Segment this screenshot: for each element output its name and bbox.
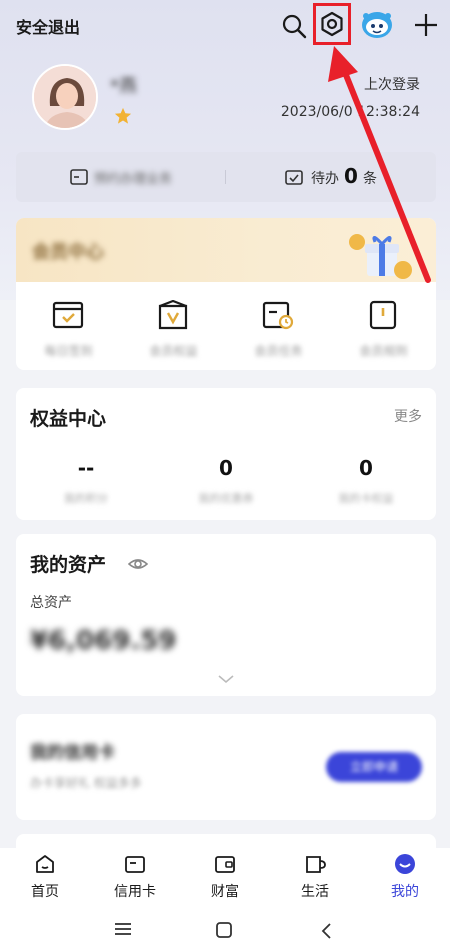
- rights-center-card: 权益中心 更多 -- 我的积分 0 我的优惠券 0 我的卡权益: [16, 388, 436, 520]
- vip-item-rules[interactable]: 会员规则: [331, 298, 436, 368]
- vip-banner[interactable]: 会员中心: [16, 218, 436, 282]
- gift-icon: [349, 232, 413, 279]
- tab-label: 财富: [211, 884, 239, 900]
- star-icon: [114, 107, 132, 124]
- my-assets-card: 我的资产 总资产 ¥6,069.59: [16, 534, 436, 696]
- rights-value: 0: [359, 456, 373, 480]
- todo-count: 0: [344, 164, 358, 188]
- book-icon: [369, 300, 397, 330]
- tab-label: 首页: [31, 884, 59, 900]
- chevron-down-icon[interactable]: [217, 674, 235, 684]
- vip-item-benefits[interactable]: 会员权益: [121, 298, 226, 368]
- rights-item-points[interactable]: -- 我的积分: [16, 456, 156, 506]
- back-icon[interactable]: [320, 922, 332, 940]
- tab-home[interactable]: 首页: [0, 848, 90, 908]
- vip-item-label: 会员规则: [359, 344, 408, 358]
- username: *燕: [110, 76, 137, 97]
- credit-card-icon: [125, 856, 145, 873]
- total-assets-label: 总资产: [30, 595, 72, 611]
- task-clock-icon: [262, 301, 294, 330]
- assistant-robot-icon[interactable]: [360, 8, 394, 42]
- cup-icon: [306, 856, 326, 873]
- bottom-tab-bar: 首页 信用卡 财富 生活 我的: [0, 848, 450, 908]
- settings-icon[interactable]: [319, 11, 345, 37]
- rights-label: 我的优惠券: [198, 492, 254, 505]
- rights-value: --: [77, 456, 95, 480]
- rights-item-card-benefits[interactable]: 0 我的卡权益: [296, 456, 436, 506]
- voucher-icon: [158, 300, 188, 330]
- credit-title: 我的信用卡: [30, 743, 115, 763]
- top-bar: 安全退出: [0, 0, 450, 52]
- plus-icon[interactable]: [413, 12, 439, 38]
- credit-subtitle: 办卡享好礼 权益多多: [30, 776, 142, 790]
- appointment-link[interactable]: 预约办理业务: [94, 168, 172, 187]
- calendar-check-icon: [52, 301, 84, 329]
- menu-icon[interactable]: [114, 922, 132, 936]
- divider: [225, 170, 226, 184]
- vip-center-card: 会员中心 每日签到 会员权益 会员任务 会员规则: [16, 218, 436, 370]
- todo-link[interactable]: 待办: [311, 168, 339, 188]
- todo-unit: 条: [363, 171, 377, 187]
- avatar[interactable]: [32, 64, 98, 130]
- more-link[interactable]: 更多: [394, 406, 422, 426]
- credit-card-promo[interactable]: 我的信用卡 办卡享好礼 权益多多 立即申请: [16, 714, 436, 820]
- assets-title: 我的资产: [30, 554, 107, 576]
- rights-title: 权益中心: [30, 408, 107, 430]
- vip-item-label: 每日签到: [44, 344, 93, 358]
- tab-label: 信用卡: [114, 884, 156, 900]
- eye-icon[interactable]: [128, 554, 148, 574]
- vip-item-tasks[interactable]: 会员任务: [226, 298, 331, 368]
- rights-label: 我的积分: [64, 492, 108, 505]
- tab-label: 我的: [391, 884, 419, 900]
- tab-credit-card[interactable]: 信用卡: [90, 848, 180, 908]
- rights-item-coupons[interactable]: 0 我的优惠券: [156, 456, 296, 506]
- apply-button[interactable]: 立即申请: [326, 752, 422, 782]
- vip-item-label: 会员任务: [254, 344, 303, 358]
- profile-icon: [395, 854, 415, 874]
- home-icon: [36, 855, 54, 873]
- logout-button[interactable]: 安全退出: [16, 14, 80, 38]
- search-icon[interactable]: [281, 13, 307, 39]
- last-login-label: 上次登录: [364, 77, 420, 93]
- card-icon: [70, 169, 88, 185]
- rights-label: 我的卡权益: [338, 492, 394, 505]
- todo-check-icon: [285, 170, 303, 185]
- tab-label: 生活: [301, 884, 329, 900]
- vip-title: 会员中心: [32, 242, 104, 263]
- tab-life[interactable]: 生活: [270, 848, 360, 908]
- wallet-icon: [215, 856, 235, 873]
- tab-mine[interactable]: 我的: [360, 848, 450, 908]
- total-assets-value: ¥6,069.59: [30, 626, 177, 656]
- tab-wealth[interactable]: 财富: [180, 848, 270, 908]
- vip-item-label: 会员权益: [149, 344, 198, 358]
- home-square-icon[interactable]: [216, 922, 232, 938]
- last-login-time: 2023/06/0 12:38:24: [280, 104, 420, 120]
- rights-value: 0: [219, 456, 233, 480]
- vip-item-checkin[interactable]: 每日签到: [16, 298, 121, 368]
- system-navigation-bar: [0, 908, 450, 950]
